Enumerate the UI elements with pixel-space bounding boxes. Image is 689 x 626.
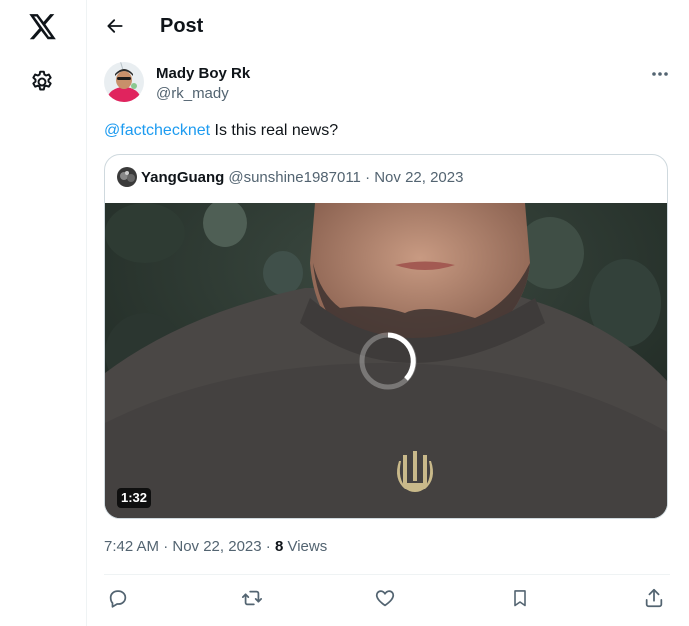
quoted-post[interactable]: YangGuang @sunshine1987011 · Nov 22, 202…: [104, 154, 668, 519]
video-player[interactable]: 1:32: [105, 203, 667, 518]
post-body: Is this real news?: [210, 122, 339, 139]
post-page: Post Mady Boy Rk @rk_mady @factchecknet …: [0, 0, 689, 626]
author-handle[interactable]: @rk_mady: [156, 85, 229, 103]
quoted-author-name: YangGuang: [141, 168, 225, 186]
like-icon[interactable]: [372, 585, 398, 611]
post-timestamp[interactable]: 7:42 AM · Nov 22, 2023: [104, 538, 262, 555]
x-logo-icon[interactable]: [28, 12, 57, 41]
more-options-icon[interactable]: [645, 62, 675, 86]
meta-separator: ·: [261, 538, 275, 555]
views-label: Views: [283, 538, 328, 555]
header: Post: [87, 0, 689, 52]
bookmark-icon[interactable]: [507, 585, 533, 611]
quoted-post-header: YangGuang @sunshine1987011 · Nov 22, 202…: [117, 167, 463, 187]
page-title: Post: [160, 15, 204, 37]
author-name[interactable]: Mady Boy Rk: [156, 65, 250, 83]
reply-icon[interactable]: [105, 585, 131, 611]
gear-icon[interactable]: [29, 69, 55, 95]
video-duration-badge: 1:32: [117, 488, 152, 508]
quoted-avatar: [117, 167, 137, 187]
loading-spinner-icon: [358, 331, 418, 391]
share-icon[interactable]: [641, 585, 667, 611]
back-arrow-icon[interactable]: [101, 12, 129, 40]
mention-link[interactable]: @factchecknet: [104, 122, 210, 139]
divider: [104, 574, 670, 575]
quoted-handle-date: @sunshine1987011 · Nov 22, 2023: [228, 168, 464, 186]
left-rail: [0, 0, 87, 626]
retweet-icon[interactable]: [239, 585, 265, 611]
post-meta: 7:42 AM · Nov 22, 2023 · 8 Views: [104, 538, 327, 556]
post-text: @factchecknet Is this real news?: [104, 120, 338, 141]
avatar[interactable]: [104, 62, 144, 102]
